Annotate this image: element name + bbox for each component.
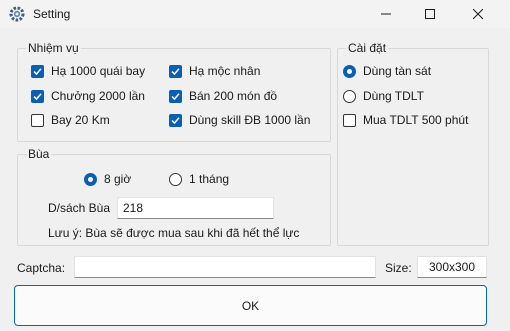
checkbox-box <box>343 113 356 127</box>
radio-label: Dùng tàn sát <box>363 64 432 78</box>
captcha-label: Captcha: <box>17 261 66 275</box>
checkmark-icon <box>171 67 180 75</box>
checkbox-box <box>169 64 182 78</box>
radio-dot <box>343 89 356 103</box>
checkbox-box <box>31 89 44 103</box>
checkbox-label: Bay 20 Km <box>51 113 110 127</box>
checkbox-label: Bán 200 món đồ <box>189 89 278 103</box>
ok-button[interactable]: OK <box>14 285 487 326</box>
checkbox-bay-20-km[interactable]: Bay 20 Km <box>31 113 110 127</box>
radio-dung-tan-sat[interactable]: Dùng tàn sát <box>343 64 431 78</box>
dsach-bua-input[interactable]: 218 <box>117 197 274 219</box>
checkbox-chuong-2000-lan[interactable]: Chưởng 2000 lần <box>31 89 145 103</box>
close-icon <box>473 9 483 19</box>
radio-dot <box>343 64 356 78</box>
checkbox-box <box>31 64 44 78</box>
checkbox-label: Chưởng 2000 lần <box>51 89 145 103</box>
radio-dung-tdlt[interactable]: Dùng TDLT <box>343 89 424 103</box>
checkbox-box <box>31 113 44 127</box>
checkbox-mua-tdlt-500-phut[interactable]: Mua TDLT 500 phút <box>343 113 468 127</box>
captcha-input[interactable] <box>74 256 376 278</box>
size-label: Size: <box>385 261 412 275</box>
dsach-bua-label: D/sách Bùa <box>48 201 111 215</box>
size-input[interactable]: 300x300 <box>417 256 487 278</box>
maximize-button[interactable] <box>408 0 452 28</box>
radio-label: 1 tháng <box>189 172 230 186</box>
checkbox-ha-moc-nhan[interactable]: Hạ mộc nhân <box>169 64 260 78</box>
maximize-icon <box>425 9 435 19</box>
checkbox-label: Dùng skill ĐB 1000 lần <box>189 113 311 127</box>
checkbox-label: Mua TDLT 500 phút <box>363 113 469 127</box>
checkbox-label: Hạ mộc nhân <box>189 64 261 78</box>
radio-1-thang[interactable]: 1 tháng <box>169 172 229 186</box>
radio-8-gio[interactable]: 8 giờ <box>84 172 131 186</box>
radio-label: Dùng TDLT <box>363 89 424 103</box>
title-bar: Setting <box>0 0 510 28</box>
checkbox-box <box>169 89 182 103</box>
bua-note: Lưu ý: Bùa sẽ được mua sau khi đã hết th… <box>48 226 300 240</box>
ok-label: OK <box>241 298 260 313</box>
nhiem-vu-legend: Nhiệm vụ <box>26 41 81 55</box>
checkbox-box <box>169 113 182 127</box>
cai-dat-legend: Cài đặt <box>346 41 389 55</box>
checkmark-icon <box>171 116 180 124</box>
bua-legend: Bùa <box>26 147 52 161</box>
checkmark-icon <box>33 67 42 75</box>
close-button[interactable] <box>456 0 500 28</box>
checkbox-ban-200-mon-do[interactable]: Bán 200 món đồ <box>169 89 277 103</box>
checkbox-dung-skill-db[interactable]: Dùng skill ĐB 1000 lần <box>169 113 310 127</box>
radio-label: 8 giờ <box>104 172 132 186</box>
checkmark-icon <box>171 92 180 100</box>
checkbox-ha-1000-quai-bay[interactable]: Hạ 1000 quái bay <box>31 64 145 78</box>
checkbox-label: Hạ 1000 quái bay <box>51 64 146 78</box>
minimize-icon <box>381 13 391 15</box>
checkmark-icon <box>33 92 42 100</box>
gear-icon <box>9 6 25 22</box>
minimize-button[interactable] <box>364 0 408 28</box>
window-title: Setting <box>33 7 71 21</box>
radio-dot <box>84 172 97 186</box>
radio-dot <box>169 172 182 186</box>
